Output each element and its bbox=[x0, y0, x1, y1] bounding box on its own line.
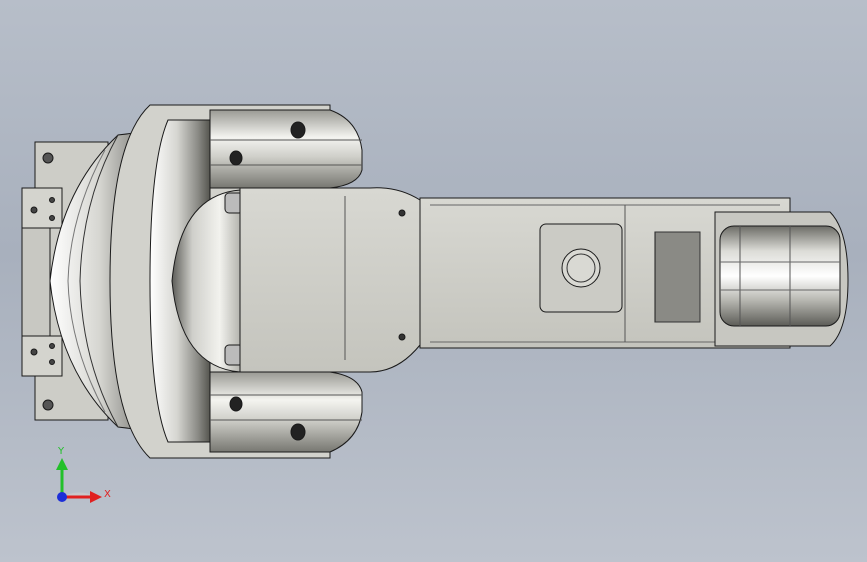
model-view[interactable]: Y X bbox=[0, 0, 867, 562]
y-axis-arrowhead bbox=[56, 458, 68, 470]
lower-drum bbox=[209, 371, 363, 453]
upper-arm-link bbox=[239, 187, 421, 373]
graphics-viewport[interactable]: Y X bbox=[0, 0, 867, 562]
z-axis-dot bbox=[57, 492, 67, 502]
x-axis-label: X bbox=[104, 489, 111, 500]
upper-drum bbox=[209, 109, 363, 189]
y-axis-label: Y bbox=[57, 446, 65, 457]
wrist-roller bbox=[714, 211, 849, 347]
view-triad[interactable]: Y X bbox=[56, 446, 111, 503]
x-axis-arrowhead bbox=[90, 491, 102, 503]
